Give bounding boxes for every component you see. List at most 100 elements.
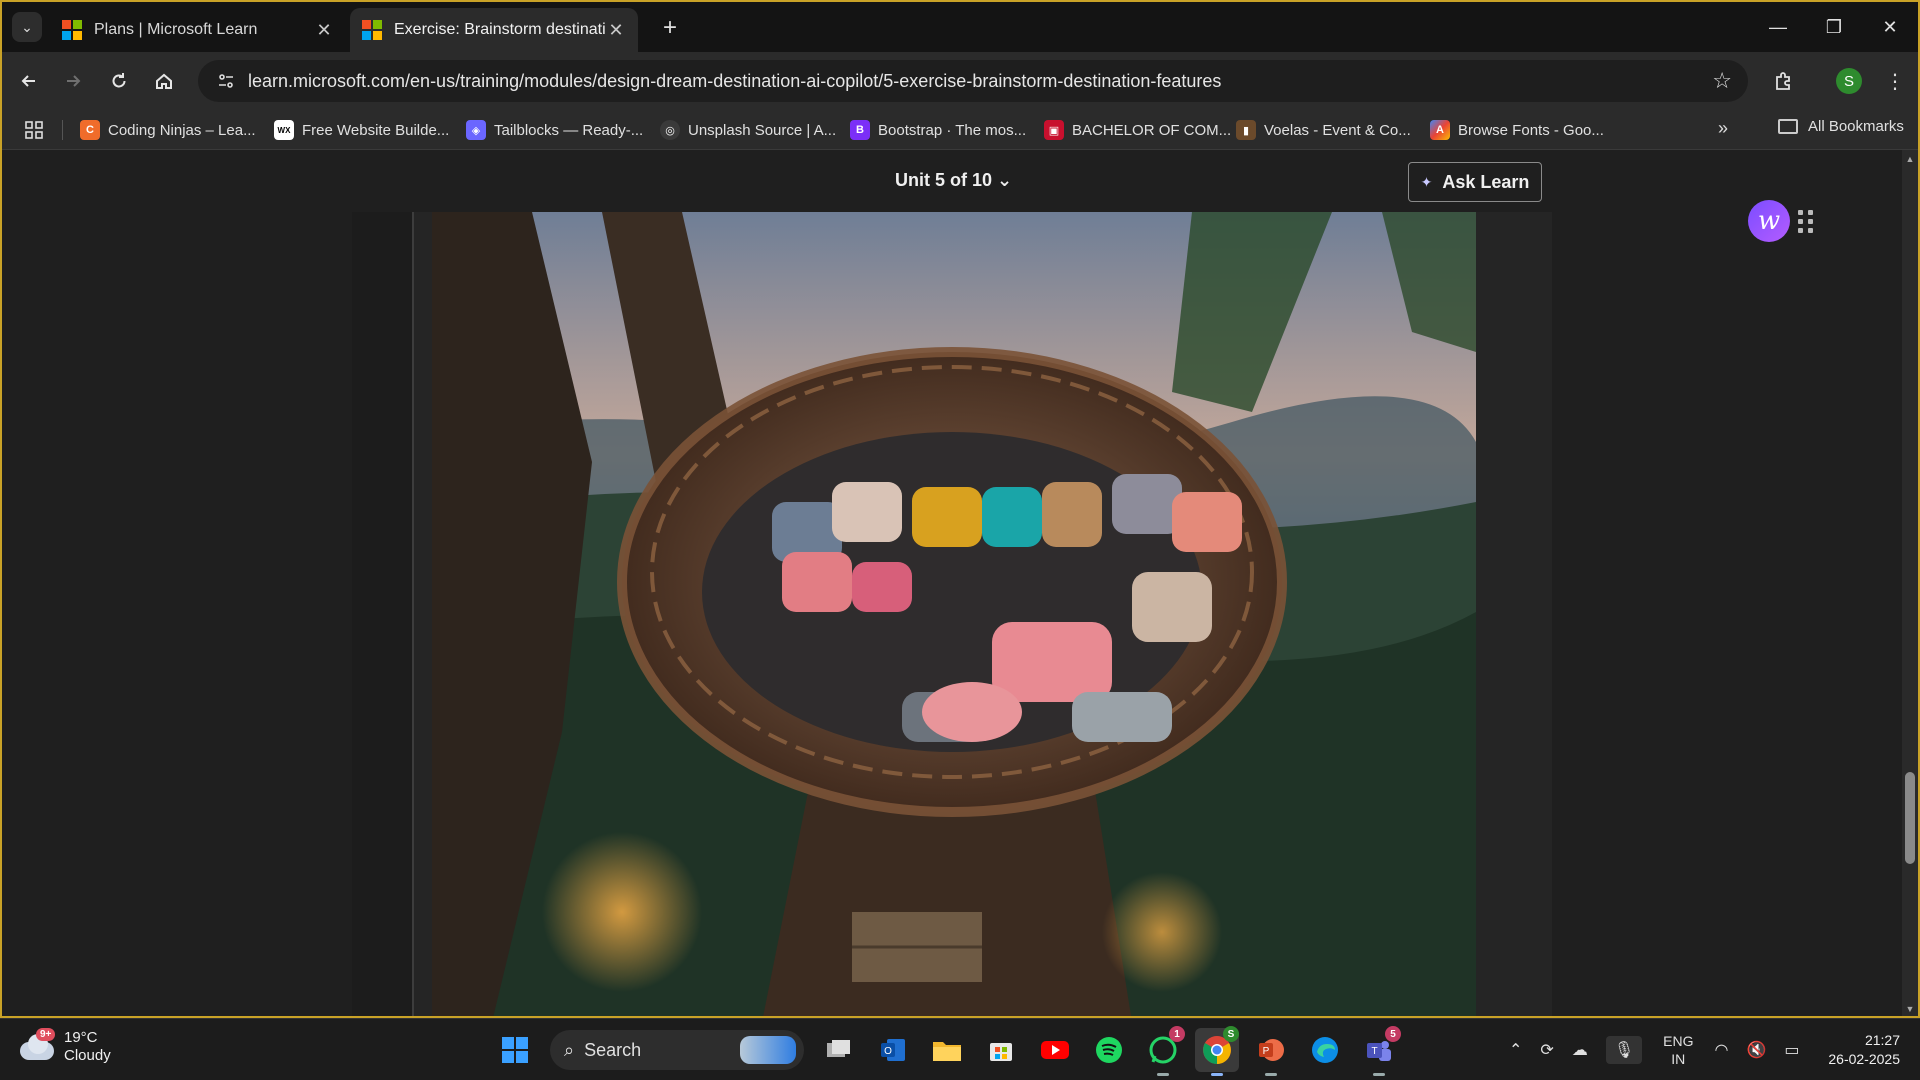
bookmark-bootstrap[interactable]: B Bootstrap · The mos... bbox=[850, 118, 1026, 142]
wifi-icon[interactable]: ◠ bbox=[1714, 1040, 1728, 1060]
microphone-muted-icon[interactable]: 🎙 bbox=[1605, 1036, 1643, 1064]
extensions-icon[interactable] bbox=[1766, 64, 1800, 98]
search-highlight-image bbox=[740, 1036, 796, 1064]
speaker-muted-icon[interactable]: 🔇 bbox=[1746, 1040, 1766, 1060]
weather-widget[interactable]: 9+ 19°C Cloudy bbox=[20, 1028, 111, 1065]
bookmark-google-fonts[interactable]: A Browse Fonts - Goo... bbox=[1430, 118, 1604, 142]
pdf-icon: ▣ bbox=[1044, 120, 1064, 140]
date: 26-02-2025 bbox=[1828, 1051, 1900, 1067]
home-button[interactable] bbox=[147, 64, 181, 98]
tab-search-button[interactable]: ⌄ bbox=[12, 12, 42, 42]
close-tab-icon[interactable]: ✕ bbox=[606, 20, 626, 41]
unit-nav-label: Unit 5 of 10 bbox=[895, 170, 993, 190]
reload-icon bbox=[112, 73, 126, 88]
taskbar-search-input[interactable]: ⌕ Search bbox=[550, 1030, 804, 1070]
whatsapp-icon[interactable]: 1 bbox=[1141, 1026, 1185, 1076]
globe-icon: ◎ bbox=[660, 120, 680, 140]
search-placeholder: Search bbox=[584, 1039, 642, 1060]
language-code: ENG bbox=[1663, 1033, 1694, 1049]
wix-icon: WX bbox=[274, 120, 294, 140]
all-bookmarks-button[interactable]: All Bookmarks bbox=[1778, 118, 1904, 135]
tab-plans[interactable]: Plans | Microsoft Learn ✕ bbox=[50, 8, 346, 52]
unit-navigation-dropdown[interactable]: Unit 5 of 10 ⌄ bbox=[895, 170, 1012, 191]
svg-text:T: T bbox=[1371, 1046, 1377, 1057]
menu-kebab-icon[interactable]: ⋮ bbox=[1878, 64, 1912, 98]
region-code: IN bbox=[1671, 1051, 1686, 1067]
close-window-button[interactable]: ✕ bbox=[1862, 2, 1918, 52]
taskbar-apps: ⌕ Search O 1 S P T5 bbox=[488, 1026, 1406, 1076]
window-controls: — ❐ ✕ bbox=[1750, 2, 1918, 52]
scroll-down-icon[interactable]: ▼ bbox=[1905, 1004, 1915, 1014]
extension-w-icon[interactable]: w bbox=[1748, 200, 1790, 242]
microsoft-logo-icon bbox=[362, 20, 382, 40]
bookmark-tailblocks[interactable]: ◈ Tailblocks — Ready-... bbox=[466, 118, 643, 142]
destination-image bbox=[432, 212, 1476, 1016]
sync-icon[interactable]: ⟳ bbox=[1540, 1040, 1553, 1060]
bookmark-coding-ninjas[interactable]: C Coding Ninjas – Lea... bbox=[80, 118, 256, 142]
microsoft-store-icon[interactable] bbox=[979, 1028, 1023, 1072]
system-tray: ⌃ ⟳ ☁ 🎙 ENG IN ◠ 🔇 ▭ bbox=[1500, 1019, 1808, 1080]
teams-icon[interactable]: T5 bbox=[1357, 1026, 1401, 1076]
bootstrap-icon: B bbox=[850, 120, 870, 140]
bookmark-label: Browse Fonts - Goo... bbox=[1458, 121, 1604, 139]
outlook-icon[interactable]: O bbox=[871, 1028, 915, 1072]
bookmark-label: Free Website Builde... bbox=[302, 121, 450, 139]
reload-button[interactable] bbox=[102, 64, 136, 98]
task-view-icon[interactable] bbox=[817, 1028, 861, 1072]
clock[interactable]: 21:27 26-02-2025 bbox=[1828, 1031, 1900, 1069]
bookmark-wix[interactable]: WX Free Website Builde... bbox=[274, 118, 449, 142]
google-fonts-icon: A bbox=[1430, 120, 1450, 140]
all-bookmarks-label: All Bookmarks bbox=[1808, 118, 1904, 135]
drag-handle-icon[interactable] bbox=[1798, 210, 1814, 234]
page-scrollbar[interactable]: ▲ ▼ bbox=[1902, 150, 1918, 1016]
new-tab-button[interactable]: + bbox=[654, 12, 686, 44]
weather-temp: 19°C bbox=[64, 1029, 98, 1046]
chrome-icon[interactable]: S bbox=[1195, 1026, 1239, 1076]
arrow-left-icon bbox=[21, 75, 35, 87]
voelas-icon: ▮ bbox=[1236, 120, 1256, 140]
profile-button[interactable]: S bbox=[1832, 64, 1866, 98]
more-bookmarks-chevron-icon[interactable]: » bbox=[1718, 118, 1728, 139]
divider bbox=[62, 120, 63, 140]
profile-badge: S bbox=[1223, 1026, 1239, 1042]
tab-exercise[interactable]: Exercise: Brainstorm destination feature… bbox=[350, 8, 638, 52]
chevron-up-icon[interactable]: ⌃ bbox=[1509, 1040, 1522, 1060]
spotify-icon[interactable] bbox=[1087, 1028, 1131, 1072]
forward-button[interactable] bbox=[56, 64, 90, 98]
scroll-thumb[interactable] bbox=[1905, 772, 1915, 864]
onedrive-cloud-icon[interactable]: ☁ bbox=[1572, 1040, 1588, 1060]
apps-grid-icon[interactable] bbox=[22, 118, 46, 142]
svg-text:P: P bbox=[1263, 1046, 1270, 1057]
battery-icon[interactable]: ▭ bbox=[1784, 1040, 1799, 1060]
exercise-content-panel bbox=[352, 212, 1552, 1016]
bookmark-unsplash[interactable]: ◎ Unsplash Source | A... bbox=[660, 118, 836, 142]
powerpoint-icon[interactable]: P bbox=[1249, 1028, 1293, 1076]
ask-learn-button[interactable]: ✦ Ask Learn bbox=[1408, 162, 1542, 202]
site-info-icon[interactable] bbox=[212, 67, 240, 95]
home-icon bbox=[156, 73, 172, 89]
bookmark-bachelor[interactable]: ▣ BACHELOR OF COM... bbox=[1044, 118, 1231, 142]
edge-icon[interactable] bbox=[1303, 1028, 1347, 1072]
youtube-icon[interactable] bbox=[1033, 1028, 1077, 1072]
bookmark-voelas[interactable]: ▮ Voelas - Event & Co... bbox=[1236, 118, 1411, 142]
file-explorer-icon[interactable] bbox=[925, 1028, 969, 1072]
bookmark-star-icon[interactable]: ☆ bbox=[1712, 68, 1732, 94]
bookmark-label: Tailblocks — Ready-... bbox=[494, 121, 644, 139]
minimize-button[interactable]: — bbox=[1750, 2, 1806, 52]
back-button[interactable] bbox=[12, 64, 46, 98]
language-indicator[interactable]: ENG IN bbox=[1663, 1032, 1693, 1068]
bookmark-label: Coding Ninjas – Lea... bbox=[108, 121, 256, 139]
avatar: S bbox=[1836, 68, 1862, 94]
chevron-down-icon: ⌄ bbox=[997, 170, 1013, 190]
close-tab-icon[interactable]: ✕ bbox=[314, 20, 334, 41]
tab-strip: ⌄ Plans | Microsoft Learn ✕ Exercise: Br… bbox=[2, 2, 1918, 52]
scroll-up-icon[interactable]: ▲ bbox=[1905, 154, 1915, 164]
start-windows-icon[interactable] bbox=[493, 1028, 537, 1072]
restore-button[interactable]: ❐ bbox=[1806, 2, 1862, 52]
arrow-right-icon bbox=[67, 75, 81, 87]
left-gutter bbox=[352, 212, 414, 1016]
tab-title: Plans | Microsoft Learn bbox=[94, 21, 258, 38]
notification-badge: 1 bbox=[1169, 1026, 1185, 1042]
address-bar[interactable]: learn.microsoft.com/en-us/training/modul… bbox=[198, 60, 1748, 102]
taskbar: 9+ 19°C Cloudy ⌕ Search O 1 S P T5 ⌃ ⟳ ☁… bbox=[0, 1018, 1920, 1080]
